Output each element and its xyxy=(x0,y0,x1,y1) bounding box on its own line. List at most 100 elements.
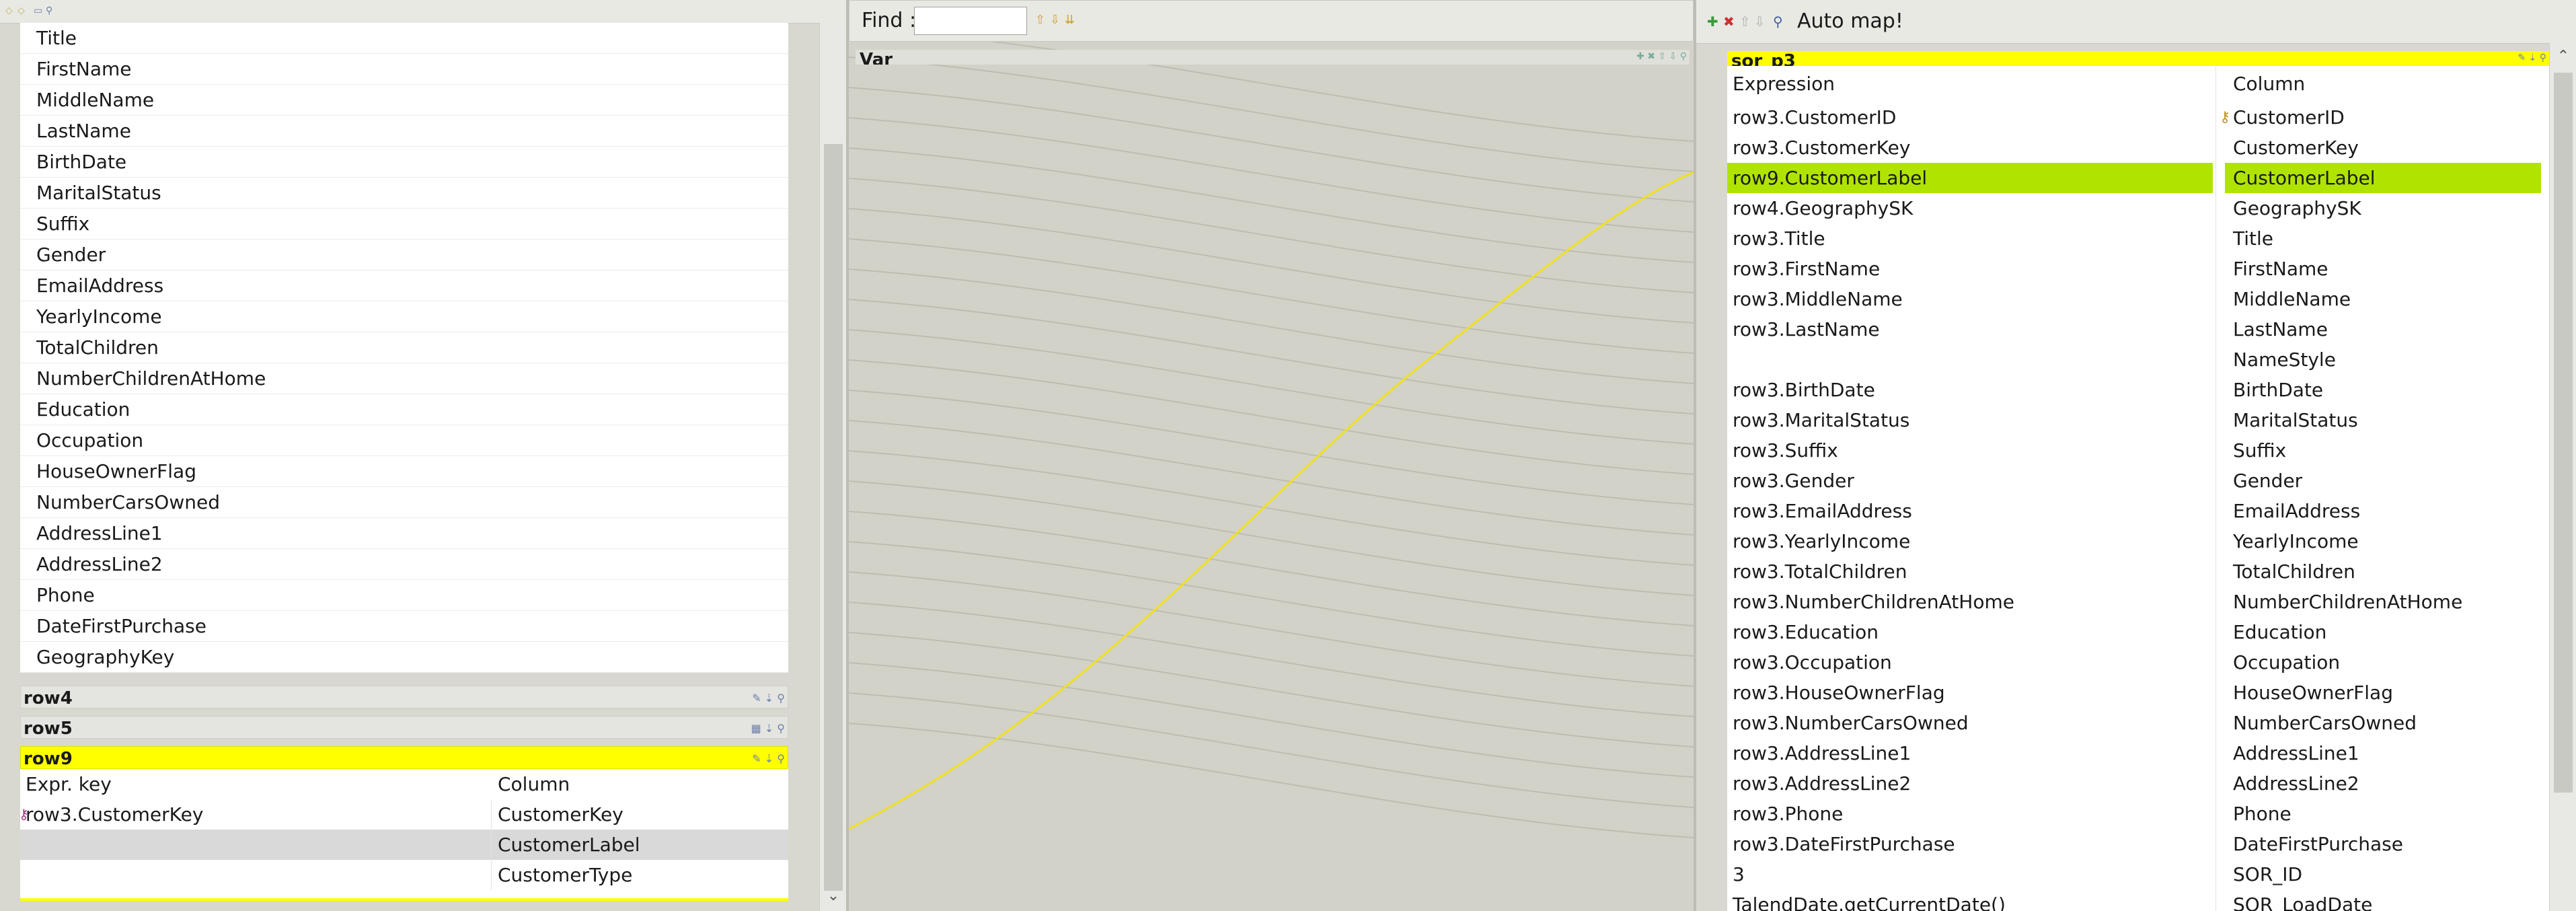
column-cell[interactable]: NameStyle xyxy=(2225,344,2541,375)
move-up-icon[interactable]: ⇧ xyxy=(1739,13,1751,30)
input-column-row[interactable]: MaritalStatus xyxy=(20,178,788,209)
expression-cell[interactable]: row4.GeographySK xyxy=(1727,193,2213,223)
output-table-row[interactable]: row3.NumberCarsOwned NumberCarsOwned xyxy=(1727,708,2549,738)
input-column-row[interactable]: MiddleName xyxy=(20,85,788,116)
expression-cell[interactable]: row3.LastName xyxy=(1727,314,2213,344)
expression-cell[interactable]: row3.Suffix xyxy=(1727,435,2213,466)
expression-cell[interactable]: row3.MaritalStatus xyxy=(1727,405,2213,435)
search-icon[interactable]: ⚲ xyxy=(46,5,52,16)
output-table-row[interactable]: row3.CustomerKey CustomerKey xyxy=(1727,133,2549,163)
output-table-row[interactable]: NameStyle xyxy=(1727,344,2549,375)
column-cell[interactable]: EmailAddress xyxy=(2225,496,2541,526)
output-scrollbar[interactable]: ⌃ xyxy=(2549,43,2576,911)
input-scrollbar[interactable]: ⌄ xyxy=(819,23,846,911)
column-cell[interactable]: NumberChildrenAtHome xyxy=(2225,587,2541,617)
output-table-row[interactable]: TalendDate.getCurrentDate() SOR_LoadDate xyxy=(1727,889,2549,911)
input-column-row[interactable]: FirstName xyxy=(20,54,788,85)
column-cell[interactable]: AddressLine1 xyxy=(2225,738,2541,768)
expression-cell[interactable]: row3.NumberChildrenAtHome xyxy=(1727,587,2213,617)
row9-tools-icon[interactable]: ✎ ⇣ ⚲ xyxy=(752,747,785,768)
input-column-row[interactable]: Gender xyxy=(20,240,788,270)
row5-header[interactable]: row5 ▦ ⇣ ⚲ xyxy=(20,716,788,739)
output-table-row[interactable]: row3.Suffix Suffix xyxy=(1727,435,2549,466)
column-cell[interactable]: CustomerKey xyxy=(2225,133,2541,163)
expression-cell[interactable]: row3.TotalChildren xyxy=(1727,556,2213,587)
output-table-row[interactable]: row4.GeographySK GeographySK xyxy=(1727,193,2549,223)
column-cell[interactable]: NumberCarsOwned xyxy=(2225,708,2541,738)
highlighted-mapping-link[interactable] xyxy=(849,171,1694,830)
expression-cell[interactable] xyxy=(1727,344,2213,375)
row4-tools-icon[interactable]: ✎ ⇣ ⚲ xyxy=(752,686,785,708)
input-column-row[interactable]: DateFirstPurchase xyxy=(20,611,788,642)
scroll-down-icon[interactable]: ⌄ xyxy=(820,883,846,910)
input-column-row[interactable]: YearlyIncome xyxy=(20,301,788,332)
output-table-row[interactable]: row3.EmailAddress EmailAddress xyxy=(1727,496,2549,526)
expression-cell[interactable]: row3.Title xyxy=(1727,223,2213,254)
input-column-row[interactable]: BirthDate xyxy=(20,147,788,178)
input-column-row[interactable]: Occupation xyxy=(20,425,788,456)
output-table-row[interactable]: row3.DateFirstPurchase DateFirstPurchase xyxy=(1727,829,2549,859)
output-table-row[interactable]: row3.LastName LastName xyxy=(1727,314,2549,344)
window-icon[interactable]: ▭ xyxy=(34,5,42,16)
output-table-row[interactable]: row3.MaritalStatus MaritalStatus xyxy=(1727,405,2549,435)
input-column-row[interactable]: Suffix xyxy=(20,209,788,240)
column-cell[interactable]: FirstName xyxy=(2225,254,2541,284)
expression-cell[interactable]: row3.Phone xyxy=(1727,799,2213,829)
expression-cell[interactable]: row3.FirstName xyxy=(1727,254,2213,284)
output-table-row[interactable]: row3.YearlyIncome YearlyIncome xyxy=(1727,526,2549,556)
output-table-row[interactable]: row3.Education Education xyxy=(1727,617,2549,647)
add-output-icon[interactable]: ✚ xyxy=(1707,13,1718,30)
expression-cell[interactable]: row3.Education xyxy=(1727,617,2213,647)
column-cell[interactable]: MaritalStatus xyxy=(2225,405,2541,435)
expression-cell[interactable]: TalendDate.getCurrentDate() xyxy=(1727,889,2213,911)
input-column-row[interactable]: Education xyxy=(20,394,788,425)
column-cell[interactable]: BirthDate xyxy=(2225,375,2541,405)
output-table-row[interactable]: row3.AddressLine1 AddressLine1 xyxy=(1727,738,2549,768)
column-cell[interactable]: Phone xyxy=(2225,799,2541,829)
output-table-row[interactable]: row3.Occupation Occupation xyxy=(1727,647,2549,678)
find-next-icon[interactable]: ⇩ xyxy=(1050,13,1060,27)
input-column-row[interactable]: Phone xyxy=(20,580,788,611)
column-cell[interactable]: MiddleName xyxy=(2225,284,2541,314)
input-column-row[interactable]: EmailAddress xyxy=(20,270,788,301)
input-column-row[interactable]: Title xyxy=(20,23,788,54)
output-table-header[interactable]: sor_p3 ✎ ⇣ ⚲ xyxy=(1727,51,2549,66)
remove-output-icon[interactable]: ✖ xyxy=(1723,13,1735,30)
output-tools-icon[interactable]: ✎ ⇣ ⚲ xyxy=(2517,52,2546,63)
row9-table-row[interactable]: row3.CustomerKey CustomerKey ⚷ xyxy=(19,799,788,830)
output-scroll-thumb[interactable] xyxy=(2554,73,2573,793)
output-table-row[interactable]: 3 SOR_ID xyxy=(1727,859,2549,889)
row5-tools-icon[interactable]: ▦ ⇣ ⚲ xyxy=(751,717,785,738)
column-cell[interactable]: TotalChildren xyxy=(2225,556,2541,587)
restore-icon[interactable]: ◇ xyxy=(17,5,25,16)
expression-cell[interactable]: row3.NumberCarsOwned xyxy=(1727,708,2213,738)
column-cell[interactable]: HouseOwnerFlag xyxy=(2225,678,2541,708)
expression-cell[interactable]: row3.DateFirstPurchase xyxy=(1727,829,2213,859)
output-table-row[interactable]: row3.TotalChildren TotalChildren xyxy=(1727,556,2549,587)
output-table-row[interactable]: row3.Phone Phone xyxy=(1727,799,2549,829)
output-table-row[interactable]: row9.CustomerLabel CustomerLabel xyxy=(1727,163,2549,193)
expression-cell[interactable]: row3.EmailAddress xyxy=(1727,496,2213,526)
input-column-row[interactable]: HouseOwnerFlag xyxy=(20,456,788,487)
automap-icon[interactable]: ⚲ xyxy=(1773,13,1783,30)
column-cell[interactable]: Suffix xyxy=(2225,435,2541,466)
row9-table-row[interactable]: CustomerType xyxy=(20,860,788,890)
input-column-row[interactable]: AddressLine2 xyxy=(20,549,788,580)
find-previous-icon[interactable]: ⇧ xyxy=(1035,13,1045,27)
output-table-row[interactable]: row3.CustomerID CustomerID ⚷ xyxy=(1727,102,2549,133)
input-column-row[interactable]: TotalChildren xyxy=(20,332,788,363)
input-column-row[interactable]: GeographyKey xyxy=(20,642,788,673)
row4-header[interactable]: row4 ✎ ⇣ ⚲ xyxy=(20,686,788,708)
expression-cell[interactable]: row3.HouseOwnerFlag xyxy=(1727,678,2213,708)
var-table-header[interactable]: Var ✚ ✖ ⇧ ⇩ ⚲ xyxy=(856,50,1690,65)
column-cell[interactable]: Gender xyxy=(2225,466,2541,496)
output-table-row[interactable]: row3.HouseOwnerFlag HouseOwnerFlag xyxy=(1727,678,2549,708)
output-table-row[interactable]: row3.Title Title xyxy=(1727,223,2549,254)
expression-cell[interactable]: row3.AddressLine1 xyxy=(1727,738,2213,768)
column-cell[interactable]: Occupation xyxy=(2225,647,2541,678)
column-cell[interactable]: SOR_ID xyxy=(2225,859,2541,889)
automap-button[interactable]: Auto map! xyxy=(1797,9,1903,33)
output-table-row[interactable]: row3.FirstName FirstName xyxy=(1727,254,2549,284)
minimize-icon[interactable]: ◇ xyxy=(5,5,13,16)
row9-column-cell[interactable]: CustomerLabel xyxy=(498,830,640,860)
